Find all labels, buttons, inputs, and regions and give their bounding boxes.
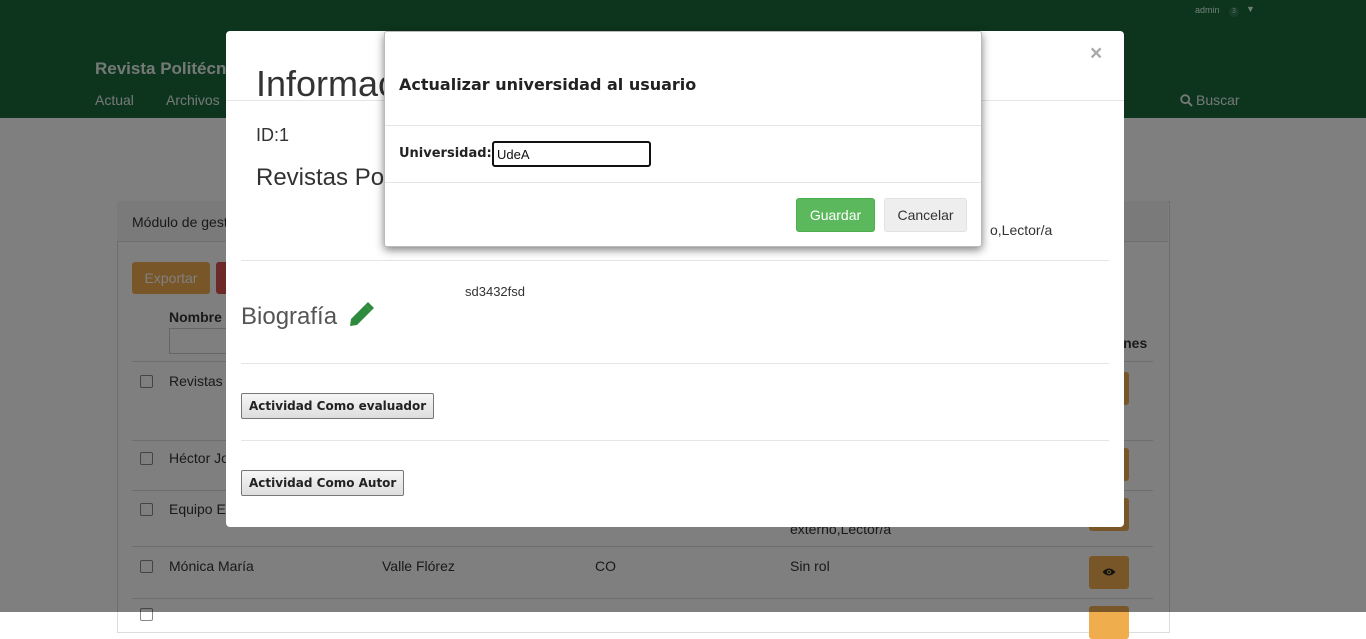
user-id: ID:1 [256, 125, 290, 145]
biography-heading: Biografía [241, 303, 338, 330]
university-label: Universidad: [399, 146, 492, 161]
section-divider [241, 260, 1109, 261]
dialog-divider [385, 182, 981, 183]
dialog-title: Actualizar universidad al usuario [399, 75, 697, 94]
university-input[interactable] [492, 141, 651, 167]
cancel-button[interactable]: Cancelar [884, 198, 967, 232]
evaluator-activity-button[interactable]: Actividad Como evaluador [241, 393, 435, 419]
author-activity-button[interactable]: Actividad Como Autor [241, 470, 405, 496]
close-icon[interactable]: × [1090, 42, 1102, 66]
section-divider [241, 363, 1109, 364]
pencil-icon[interactable] [348, 302, 374, 328]
section-divider [241, 440, 1109, 441]
save-button[interactable]: Guardar [796, 198, 875, 232]
dialog-divider [385, 125, 981, 126]
biography-text: sd3432fsd [465, 284, 525, 299]
user-roles: o,Lector/a [990, 222, 1053, 238]
